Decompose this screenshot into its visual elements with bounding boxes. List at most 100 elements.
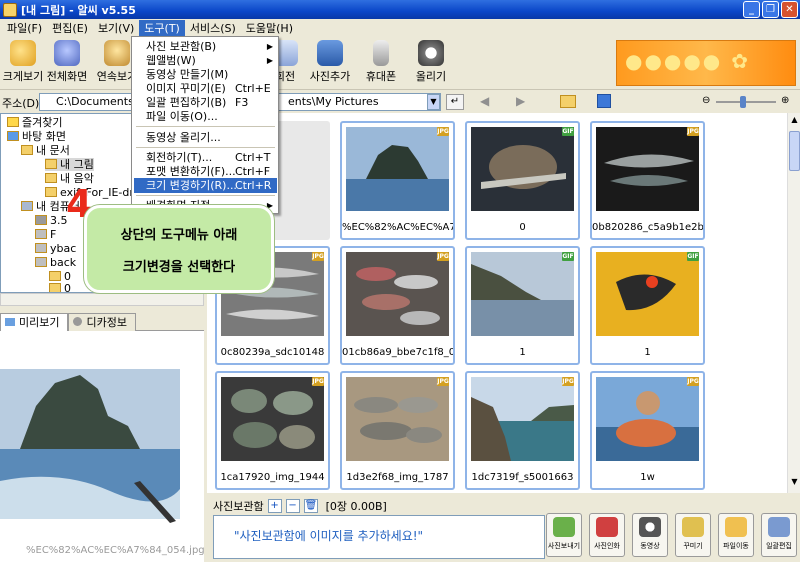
back-icon[interactable]: ◀ xyxy=(480,94,489,108)
tree-item-my-documents[interactable]: 내 문서 xyxy=(21,144,70,157)
action-label: 동영상 xyxy=(640,542,660,550)
menu-item-resize[interactable]: 크기 변경하기(R)... Ctrl+R xyxy=(134,178,277,193)
tree-horizontal-scrollbar[interactable] xyxy=(0,293,204,306)
tool-label: 전체화면 xyxy=(46,70,88,83)
tool-fullscreen-button[interactable]: 전체화면 xyxy=(44,40,90,84)
tree-label: 3.5 xyxy=(50,214,68,227)
go-button[interactable]: ↵ xyxy=(446,94,464,110)
format-badge: JPG xyxy=(562,377,574,386)
tree-item-floppy[interactable]: 3.5 xyxy=(35,214,68,227)
video-button[interactable]: 동영상 xyxy=(632,513,668,557)
close-button[interactable]: ✕ xyxy=(781,1,798,18)
menu-item-convert-format[interactable]: 포맷 변환하기(F)... Ctrl+F xyxy=(134,164,277,179)
tree-item-back[interactable]: back xyxy=(35,256,76,269)
menu-item-web-album[interactable]: 웹앨범(W) ▶ xyxy=(134,53,277,68)
zoom-out-icon[interactable]: ⊖ xyxy=(702,95,710,106)
forward-icon[interactable]: ▶ xyxy=(516,94,525,108)
address-dropdown-icon[interactable]: ▼ xyxy=(427,94,440,110)
tree-item-drive-f[interactable]: F xyxy=(35,228,56,241)
tool-upload-button[interactable]: 올리기 xyxy=(408,40,454,84)
magnifier-icon xyxy=(10,40,36,66)
computer-icon xyxy=(21,201,33,211)
trash-icon[interactable]: 🗑 xyxy=(303,499,318,513)
thumbnail-scrollbar[interactable]: ▲ ▼ xyxy=(787,113,800,493)
parent-folder-icon[interactable] xyxy=(560,95,576,108)
zoom-slider-thumb[interactable] xyxy=(740,96,746,108)
film-reel-icon xyxy=(418,40,444,66)
zoom-slider[interactable] xyxy=(716,101,776,103)
tree-item-my-pictures[interactable]: 내 그림 xyxy=(45,158,94,171)
address-path-end: ents\My Pictures xyxy=(288,95,379,108)
action-label: 꾸미기 xyxy=(683,542,703,550)
menu-item-decorate-image[interactable]: 이미지 꾸미기(E) Ctrl+E xyxy=(134,81,277,96)
format-badge: JPG xyxy=(437,127,449,136)
thumbnail-item[interactable]: JPG 0b820286_c5a9b1e2baa... xyxy=(590,121,705,240)
callout-line-1: 상단의 도구메뉴 아래 xyxy=(120,228,238,243)
batch-edit-button[interactable]: 일괄편집 xyxy=(761,513,797,557)
menu-item-label: 포맷 변환하기(F)... xyxy=(146,165,236,178)
move-file-button[interactable]: 파일이동 xyxy=(718,513,754,557)
add-icon[interactable]: + xyxy=(267,499,282,513)
tab-camera-info[interactable]: 디카정보 xyxy=(68,313,136,331)
thumbnail-image xyxy=(221,377,324,461)
banner-logo-icon: ●●●●● ✿ xyxy=(625,49,750,73)
photo-album-icon xyxy=(317,40,343,66)
preview-filename: %EC%82%AC%EC%A7%84_054.jpg xyxy=(26,545,205,556)
action-label: 사진보내기 xyxy=(547,542,581,550)
storage-header: 사진보관함 + − 🗑 [0장 0.00B] xyxy=(213,497,387,515)
menu-item-rotate[interactable]: 회전하기(T)... Ctrl+T xyxy=(134,150,277,165)
menu-item-upload-video[interactable]: 동영상 올리기... xyxy=(134,130,277,145)
tree-item-ybac[interactable]: ybac xyxy=(35,242,76,255)
submenu-arrow-icon: ▶ xyxy=(266,42,273,51)
tab-preview[interactable]: 미리보기 xyxy=(0,313,69,331)
view-mode-icon[interactable] xyxy=(597,94,611,108)
tool-enlarge-button[interactable]: 크게보기 xyxy=(0,40,46,84)
thumbnail-item[interactable]: GIF 1 xyxy=(465,246,580,365)
menu-item-label: 동영상 올리기... xyxy=(146,131,221,144)
tool-phone-button[interactable]: 휴대폰 xyxy=(358,40,404,84)
format-badge: JPG xyxy=(687,127,699,136)
slideshow-icon xyxy=(104,40,130,66)
tree-item-sub-1[interactable]: 0 xyxy=(49,282,71,292)
menu-item-move-file[interactable]: 파일 이동(O)... xyxy=(134,109,277,124)
menu-item-photo-storage[interactable]: 사진 보관함(B) ▶ xyxy=(134,39,277,54)
scroll-down-icon[interactable]: ▼ xyxy=(789,477,800,489)
menu-item-label: 파일 이동(O)... xyxy=(146,110,218,123)
thumbnail-item[interactable]: GIF 0 xyxy=(465,121,580,240)
menu-item-batch-edit[interactable]: 일괄 편집하기(B) F3 xyxy=(134,95,277,110)
send-photo-button[interactable]: 사진보내기 xyxy=(546,513,582,557)
tree-item-favorites[interactable]: 즐겨찾기 xyxy=(7,116,62,129)
menu-service[interactable]: 서비스(S) xyxy=(185,20,241,37)
zoom-in-icon[interactable]: ⊕ xyxy=(781,95,789,106)
phone-icon xyxy=(373,40,389,66)
thumbnail-item[interactable]: JPG 1d3e2f68_img_1787 xyxy=(340,371,455,490)
thumbnail-item[interactable]: JPG 1dc7319f_s5001663 xyxy=(465,371,580,490)
menu-item-label: 일괄 편집하기(B) xyxy=(146,96,227,109)
thumbnail-item[interactable]: JPG 01cb86a9_bbe7c1f8_093 xyxy=(340,246,455,365)
thumbnail-item[interactable]: JPG 1w xyxy=(590,371,705,490)
menu-tools[interactable]: 도구(T) xyxy=(139,20,185,37)
restore-button[interactable]: ❐ xyxy=(762,1,779,18)
decorate-button[interactable]: 꾸미기 xyxy=(675,513,711,557)
thumbnail-item[interactable]: GIF 1 xyxy=(590,246,705,365)
print-photo-button[interactable]: 사진인화 xyxy=(589,513,625,557)
storage-drop-area[interactable]: "사진보관함에 이미지를 추가하세요!" xyxy=(213,515,545,559)
thumbnail-item[interactable]: JPG 1ca17920_img_1944 xyxy=(215,371,330,490)
floppy-icon xyxy=(35,215,47,225)
thumbnail-item[interactable]: JPG %EC%82%AC%EC%A7... xyxy=(340,121,455,240)
menu-item-make-video[interactable]: 동영상 만들기(M) xyxy=(134,67,277,82)
action-label: 일괄편집 xyxy=(766,542,792,550)
tree-item-exif[interactable]: exif_For_IE-dre xyxy=(45,186,140,199)
menu-file[interactable]: 파일(F) xyxy=(2,20,47,37)
promo-banner[interactable]: ●●●●● ✿ xyxy=(616,40,796,86)
menu-view[interactable]: 보기(V) xyxy=(93,20,139,37)
tool-add-photo-button[interactable]: 사진추가 xyxy=(306,40,354,84)
scroll-thumb[interactable] xyxy=(789,131,800,171)
tree-item-desktop[interactable]: 바탕 화면 xyxy=(7,130,66,143)
scroll-up-icon[interactable]: ▲ xyxy=(789,115,800,127)
minimize-button[interactable]: _ xyxy=(743,1,760,18)
menu-edit[interactable]: 편집(E) xyxy=(47,20,93,37)
remove-icon[interactable]: − xyxy=(285,499,300,513)
menu-help[interactable]: 도움말(H) xyxy=(241,20,298,37)
tool-label: 휴대폰 xyxy=(365,70,397,83)
